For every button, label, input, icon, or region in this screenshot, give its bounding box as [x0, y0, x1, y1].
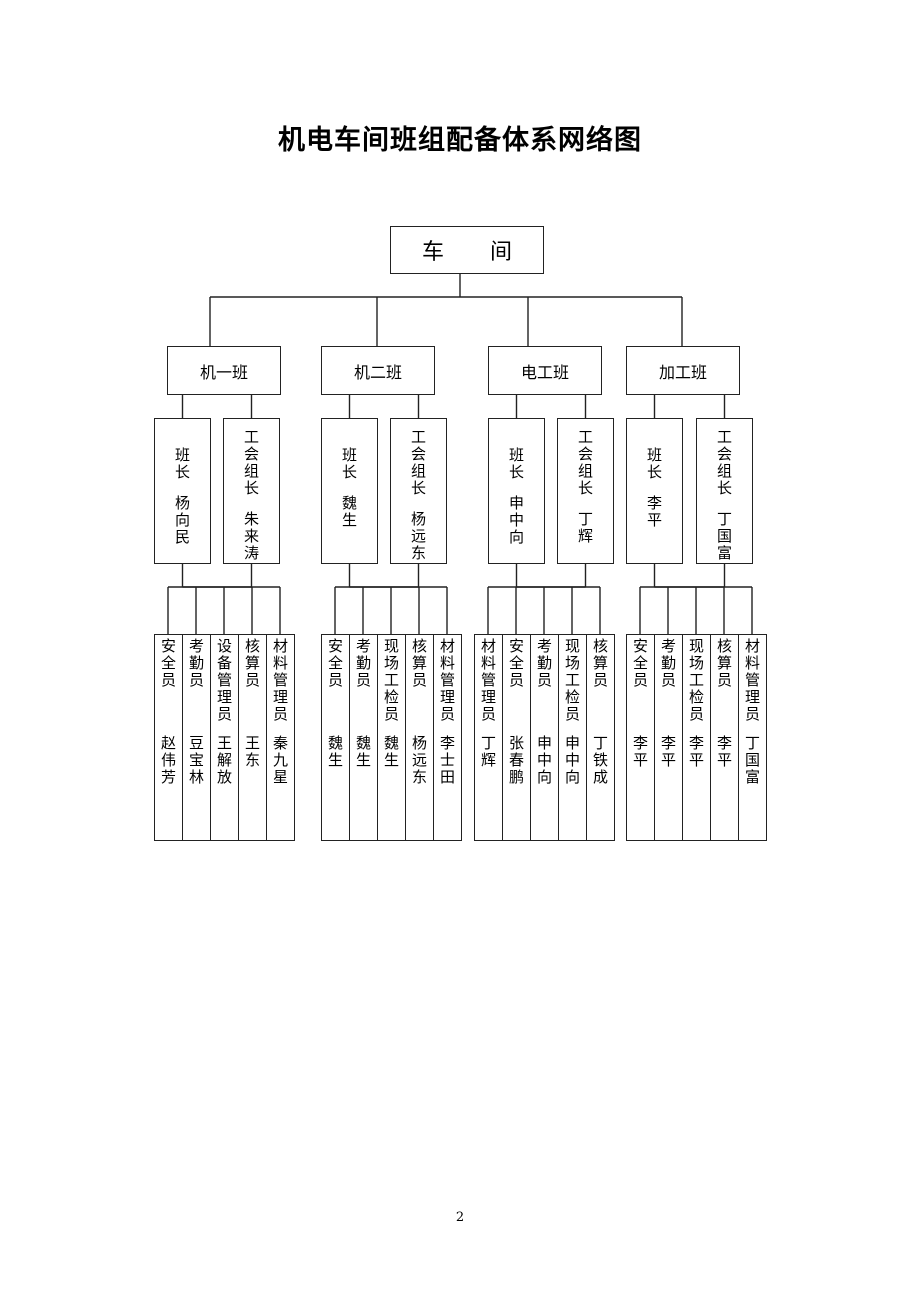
person-name: 杨向民 — [174, 494, 190, 546]
role-label: 班长 — [174, 446, 190, 481]
member-role: 核算员 — [716, 637, 732, 689]
member-role: 材料管理员 — [744, 637, 760, 723]
person-name: 魏生 — [341, 494, 357, 529]
role-label: 班长 — [646, 446, 662, 481]
person-name: 李平 — [646, 494, 662, 529]
union-leader-node: 工会组长朱来涛 — [223, 418, 280, 564]
person-name: 杨远东 — [410, 510, 426, 562]
team-node: 机一班 — [167, 346, 281, 395]
role-label: 工会组长 — [716, 428, 732, 497]
member-name: 丁辉 — [480, 734, 496, 769]
member-name: 豆宝林 — [188, 734, 204, 786]
member-node: 核算员丁铁成 — [586, 634, 615, 841]
role-label: 工会组长 — [243, 428, 259, 497]
member-node: 安全员张春鹏 — [502, 634, 531, 841]
member-node: 核算员李平 — [710, 634, 739, 841]
member-node: 安全员赵伟芳 — [154, 634, 183, 841]
member-name: 丁国富 — [744, 734, 760, 786]
member-name: 丁铁成 — [592, 734, 608, 786]
member-name: 王解放 — [216, 734, 232, 786]
member-name: 魏生 — [327, 734, 343, 769]
person-name: 朱来涛 — [243, 510, 259, 562]
member-role: 材料管理员 — [439, 637, 455, 723]
person-name: 申中向 — [508, 494, 524, 546]
role-label: 工会组长 — [577, 428, 593, 497]
member-role: 材料管理员 — [272, 637, 288, 723]
member-role: 材料管理员 — [480, 637, 496, 723]
union-leader-node: 工会组长丁国富 — [696, 418, 753, 564]
member-role: 现场工检员 — [383, 637, 399, 723]
member-node: 现场工检员李平 — [682, 634, 711, 841]
member-name: 李平 — [632, 734, 648, 769]
team-leader-node: 班长魏生 — [321, 418, 378, 564]
member-name: 申中向 — [536, 734, 552, 786]
member-node: 安全员李平 — [626, 634, 655, 841]
member-node: 安全员魏生 — [321, 634, 350, 841]
member-role: 现场工检员 — [688, 637, 704, 723]
member-name: 李平 — [688, 734, 704, 769]
member-role: 考勤员 — [660, 637, 676, 689]
member-name: 魏生 — [355, 734, 371, 769]
member-node: 核算员王东 — [238, 634, 267, 841]
member-role: 考勤员 — [536, 637, 552, 689]
team-name: 机二班 — [353, 362, 402, 382]
person-name: 丁辉 — [577, 510, 593, 545]
member-node: 核算员杨远东 — [405, 634, 434, 841]
team-node: 机二班 — [321, 346, 435, 395]
member-node: 现场工检员魏生 — [377, 634, 406, 841]
member-name: 杨远东 — [411, 734, 427, 786]
member-node: 考勤员魏生 — [349, 634, 378, 841]
member-name: 王东 — [244, 734, 260, 769]
member-name: 魏生 — [383, 734, 399, 769]
member-name: 赵伟芳 — [160, 734, 176, 786]
member-node: 材料管理员李士田 — [433, 634, 462, 841]
member-node: 材料管理员丁辉 — [474, 634, 503, 841]
member-node: 考勤员豆宝林 — [182, 634, 211, 841]
member-role: 现场工检员 — [564, 637, 580, 723]
member-role: 考勤员 — [188, 637, 204, 689]
member-name: 申中向 — [564, 734, 580, 786]
member-role: 安全员 — [327, 637, 343, 689]
member-name: 李平 — [660, 734, 676, 769]
role-label: 班长 — [508, 446, 524, 481]
page-number: 2 — [455, 1210, 465, 1225]
member-name: 秦九星 — [272, 734, 288, 786]
team-name: 加工班 — [658, 362, 707, 382]
member-role: 核算员 — [244, 637, 260, 689]
person-name: 丁国富 — [716, 510, 732, 562]
team-name: 电工班 — [520, 362, 569, 382]
member-node: 考勤员李平 — [654, 634, 683, 841]
member-node: 现场工检员申中向 — [558, 634, 587, 841]
member-role: 安全员 — [632, 637, 648, 689]
member-role: 设备管理员 — [216, 637, 232, 723]
member-node: 材料管理员丁国富 — [738, 634, 767, 841]
member-role: 核算员 — [411, 637, 427, 689]
member-name: 张春鹏 — [508, 734, 524, 786]
union-leader-node: 工会组长丁辉 — [557, 418, 614, 564]
member-name: 李平 — [716, 734, 732, 769]
team-leader-node: 班长李平 — [626, 418, 683, 564]
union-leader-node: 工会组长杨远东 — [390, 418, 447, 564]
team-node: 加工班 — [626, 346, 740, 395]
team-leader-node: 班长申中向 — [488, 418, 545, 564]
team-name: 机一班 — [199, 362, 248, 382]
member-name: 李士田 — [439, 734, 455, 786]
team-leader-node: 班长杨向民 — [154, 418, 211, 564]
member-role: 安全员 — [508, 637, 524, 689]
team-node: 电工班 — [488, 346, 602, 395]
member-node: 考勤员申中向 — [530, 634, 559, 841]
member-role: 考勤员 — [355, 637, 371, 689]
member-role: 核算员 — [592, 637, 608, 689]
member-node: 材料管理员秦九星 — [266, 634, 295, 841]
member-role: 安全员 — [160, 637, 176, 689]
role-label: 班长 — [341, 446, 357, 481]
role-label: 工会组长 — [410, 428, 426, 497]
member-node: 设备管理员王解放 — [210, 634, 239, 841]
